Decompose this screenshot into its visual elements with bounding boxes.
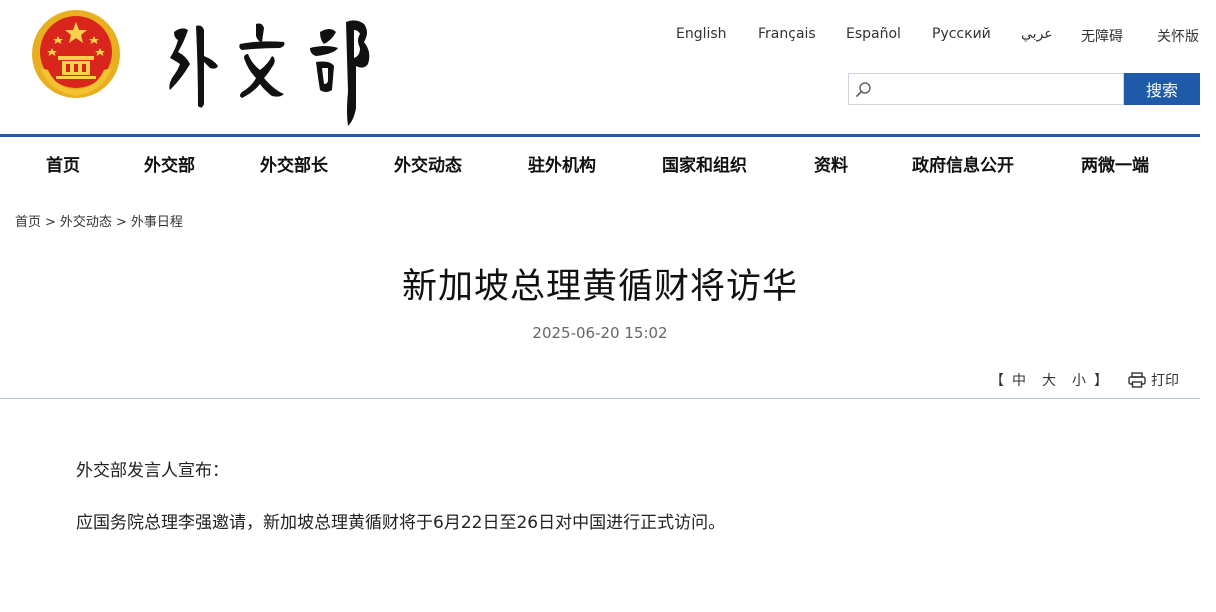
nav-item-countries-organizations[interactable]: 国家和组织	[662, 151, 747, 176]
search-icon	[856, 82, 871, 97]
accessibility-link[interactable]: 无障碍	[1081, 26, 1123, 46]
nav-item-minister[interactable]: 外交部长	[260, 151, 328, 176]
article-paragraph: 应国务院总理李强邀请，新加坡总理黄循财将于6月22日至26日对中国进行正式访问。	[76, 513, 726, 533]
font-size-small-option[interactable]: 小	[1072, 373, 1086, 389]
lang-french-link[interactable]: Français	[758, 26, 816, 42]
breadcrumb-diplomatic-news[interactable]: 外交动态	[60, 215, 112, 230]
breadcrumb-home[interactable]: 首页	[15, 215, 41, 230]
search-input[interactable]	[877, 76, 1121, 102]
lang-arabic-link[interactable]: عربي	[1021, 26, 1053, 42]
article-date: 2025-06-20 15:02	[532, 324, 668, 342]
breadcrumb-separator: >	[115, 215, 127, 230]
nav-item-resources[interactable]: 资料	[814, 151, 848, 176]
national-emblem-icon[interactable]	[30, 8, 122, 100]
search-box	[848, 73, 1124, 105]
article-title: 新加坡总理黄循财将访华	[401, 267, 798, 307]
breadcrumb: 首页 > 外交动态 > 外事日程	[15, 211, 183, 230]
lang-russian-link[interactable]: Русский	[932, 26, 991, 42]
article-paragraph: 外交部发言人宣布：	[76, 461, 229, 481]
nav-item-social-media[interactable]: 两微一端	[1081, 151, 1149, 176]
language-bar: English Français Español Русский عربي 无障…	[660, 26, 1216, 48]
elder-care-mode-link[interactable]: 关怀版	[1157, 26, 1199, 46]
nav-item-home[interactable]: 首页	[46, 151, 80, 176]
print-label: 打印	[1151, 373, 1179, 389]
search-button[interactable]: 搜索	[1124, 73, 1200, 105]
nav-item-missions-abroad[interactable]: 驻外机构	[528, 151, 596, 176]
breadcrumb-foreign-affairs-schedule[interactable]: 外事日程	[131, 215, 183, 230]
main-nav: 首页 外交部 外交部长 外交动态 驻外机构 国家和组织 资料 政府信息公开 两微…	[0, 137, 1216, 187]
font-size-bracket-open: 【	[990, 373, 1004, 389]
lang-spanish-link[interactable]: Español	[846, 26, 901, 42]
lang-english-link[interactable]: English	[676, 26, 727, 42]
font-size-bracket-close: 】	[1094, 373, 1108, 389]
font-size-medium-option[interactable]: 大	[1042, 373, 1056, 389]
nav-item-diplomatic-news[interactable]: 外交动态	[394, 151, 462, 176]
ministry-calligraphy-logo[interactable]	[160, 8, 392, 126]
print-button[interactable]: 打印	[1128, 370, 1179, 390]
nav-item-ministry[interactable]: 外交部	[144, 151, 195, 176]
breadcrumb-separator: >	[45, 215, 56, 230]
font-size-tools: 【中大小】	[990, 370, 1108, 390]
site-header: English Français Español Русский عربي 无障…	[0, 0, 1216, 134]
font-size-large-option[interactable]: 中	[1012, 373, 1026, 389]
content-divider	[0, 398, 1200, 399]
printer-icon	[1128, 372, 1146, 388]
nav-item-government-info[interactable]: 政府信息公开	[912, 151, 1014, 176]
